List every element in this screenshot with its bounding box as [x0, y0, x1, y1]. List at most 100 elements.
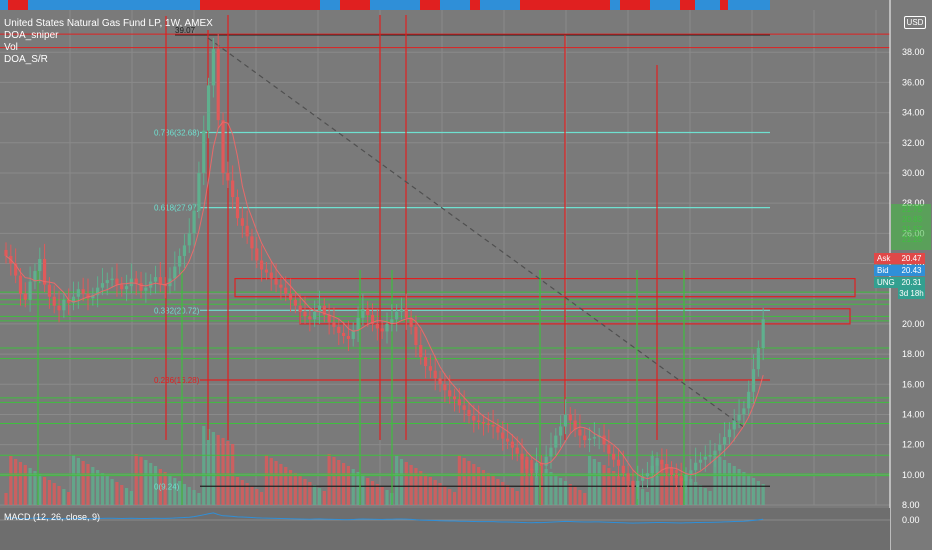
volume-bar [269, 458, 273, 505]
volume-bar [409, 465, 413, 505]
volume-bar [621, 477, 625, 505]
volume-bar [317, 488, 322, 505]
volume-bar [578, 490, 582, 505]
volume-bar [433, 480, 437, 505]
candle-body [28, 281, 32, 300]
y-tick-label: 36.00 [902, 77, 925, 87]
candle-body [404, 308, 408, 318]
candle-body [221, 120, 225, 173]
candle-body [747, 391, 751, 409]
candle-body [751, 369, 756, 392]
candle-body [173, 266, 177, 279]
candle-body [337, 326, 341, 333]
candle-body [115, 278, 119, 285]
volume-bar [443, 486, 447, 505]
candle-body [47, 284, 52, 297]
candle-body [698, 459, 703, 463]
volume-bar [423, 474, 428, 505]
candle-body [240, 218, 244, 226]
fib-level-label: 0(9.24) [154, 482, 180, 491]
candle-body [361, 308, 365, 318]
candle-body [366, 308, 370, 315]
candle-body [380, 328, 384, 332]
candle-body [756, 348, 760, 370]
volume-bar [563, 481, 568, 505]
volume-bar [52, 483, 56, 505]
y-tick-label: 38.00 [902, 47, 925, 57]
y-tick-label: 14.00 [902, 409, 925, 419]
volume-bar [313, 485, 317, 505]
top-strip-segment [420, 0, 440, 10]
volume-bar [76, 458, 80, 505]
candle-body [341, 332, 346, 336]
y-tick-label: 16.00 [902, 379, 925, 389]
candle-body [525, 459, 529, 469]
macd-background [0, 508, 890, 550]
candle-body [303, 311, 307, 317]
candle-body [245, 225, 249, 237]
volume-bar [428, 477, 433, 505]
candle-body [187, 233, 191, 246]
candle-body [477, 420, 481, 422]
candle-body [636, 480, 640, 487]
chart-title: United States Natural Gas Fund LP, 1W, A… [4, 18, 213, 29]
volume-bar [216, 435, 220, 505]
price-chart[interactable]: 0.786(32.68)0.618(27.97)0.382(20.72)0.23… [0, 0, 932, 550]
volume-bar [308, 482, 312, 505]
macd-pane: 0.00 [0, 508, 920, 550]
candle-body [385, 323, 389, 332]
candle-body [626, 473, 630, 481]
candle-body [602, 435, 606, 445]
top-strip-segment [620, 0, 650, 10]
candle-body [153, 277, 158, 282]
y-tick-label: 8.00 [902, 500, 920, 510]
candle-body [501, 432, 505, 439]
indicator-doa-sniper[interactable]: DOA_sniper [4, 30, 213, 42]
candle-body [298, 305, 302, 312]
volume-bar [250, 486, 254, 505]
volume-bar [486, 473, 490, 505]
volume-bar [370, 481, 375, 505]
volume-bar [404, 462, 408, 505]
top-strip-segment [520, 0, 610, 10]
candle-body [279, 284, 283, 288]
candle-body [496, 426, 500, 433]
indicator-doa-sr[interactable]: DOA_S/R [4, 54, 213, 66]
volume-bar [380, 487, 384, 505]
volume-bars [4, 426, 765, 505]
candle-body [192, 210, 196, 234]
volume-bar [197, 493, 201, 505]
y-tick-label: 10.00 [902, 470, 925, 480]
candle-body [742, 408, 746, 415]
volume-bar [597, 462, 601, 505]
volume-bar [346, 466, 351, 505]
volume-bar [399, 459, 404, 505]
volume-bar [395, 456, 399, 505]
candle-body [713, 450, 717, 456]
volume-bar [698, 485, 703, 505]
volume-bar [67, 492, 71, 505]
volume-bar [279, 464, 283, 505]
macd-legend[interactable]: MACD (12, 26, close, 9) [4, 512, 100, 522]
y-tick-label: 18.00 [902, 349, 925, 359]
volume-bar [120, 485, 124, 505]
candle-body [616, 459, 621, 466]
currency-badge[interactable]: USD [904, 16, 926, 29]
candle-body [129, 278, 133, 287]
volume-bar [341, 463, 346, 505]
candle-body [472, 415, 476, 421]
candle-body [462, 405, 466, 410]
candle-body [264, 269, 269, 273]
candle-body [57, 305, 61, 311]
candle-body [592, 437, 596, 439]
candle-body [346, 335, 351, 339]
volume-bar [144, 460, 148, 505]
volume-bar [361, 475, 365, 505]
volume-bar [708, 491, 712, 505]
candle-body [452, 396, 457, 400]
candle-body [669, 468, 674, 475]
indicator-vol[interactable]: Vol [4, 42, 213, 54]
candle-body [568, 414, 572, 421]
volume-bar [385, 490, 389, 505]
candle-body [607, 444, 611, 454]
